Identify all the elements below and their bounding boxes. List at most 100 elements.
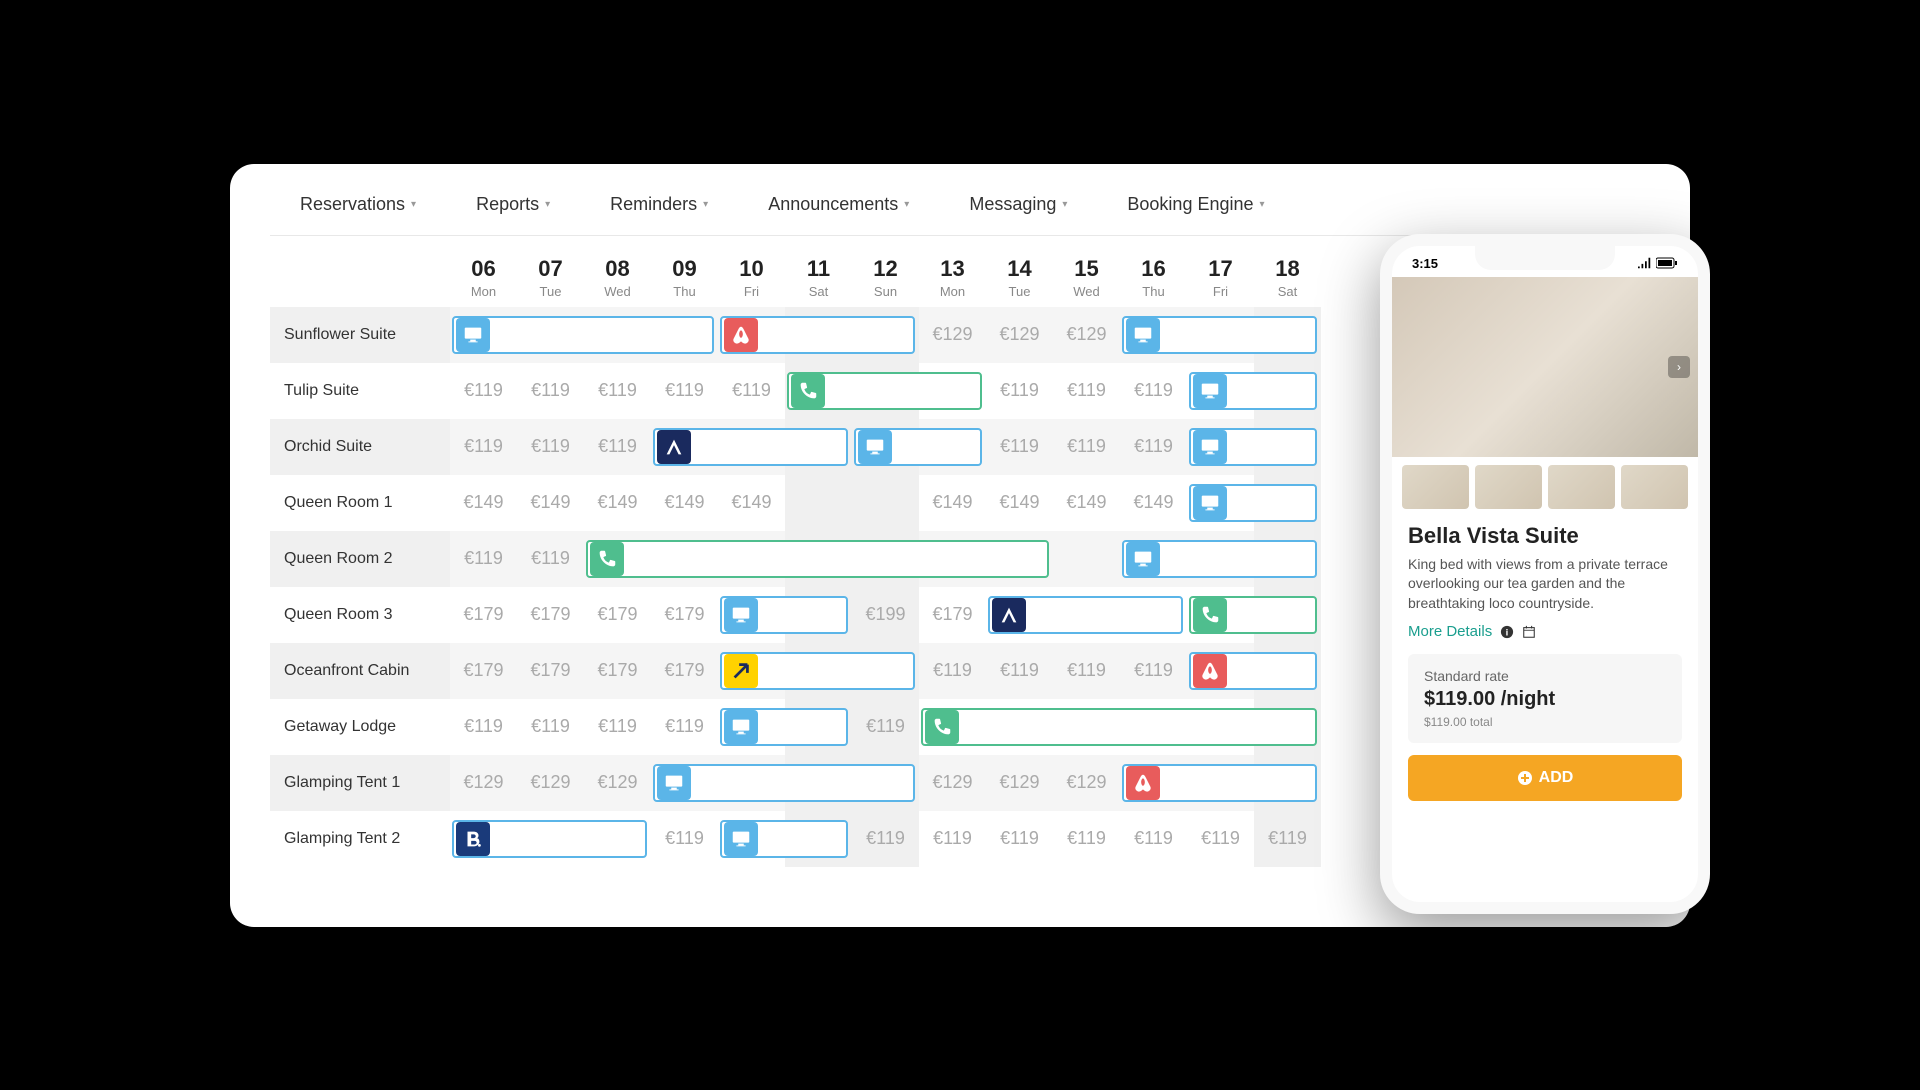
calendar-cell[interactable]: €119 (584, 699, 651, 755)
calendar-cell[interactable] (651, 419, 718, 475)
calendar-cell[interactable]: €119 (1120, 811, 1187, 867)
calendar-cell[interactable]: €119 (986, 643, 1053, 699)
room-label[interactable]: Glamping Tent 2 (270, 811, 450, 867)
booking-bar[interactable] (921, 708, 1317, 746)
nav-item-messaging[interactable]: Messaging▾ (969, 194, 1067, 215)
calendar-cell[interactable] (450, 811, 517, 867)
calendar-cell[interactable] (919, 699, 986, 755)
room-label[interactable]: Tulip Suite (270, 363, 450, 419)
room-label[interactable]: Sunflower Suite (270, 307, 450, 363)
calendar-cell[interactable] (1120, 531, 1187, 587)
booking-bar[interactable] (1189, 484, 1317, 522)
calendar-cell[interactable]: €119 (919, 811, 986, 867)
room-label[interactable]: Queen Room 3 (270, 587, 450, 643)
calendar-cell[interactable] (1187, 587, 1254, 643)
room-label[interactable]: Queen Room 1 (270, 475, 450, 531)
calendar-cell[interactable]: €179 (517, 587, 584, 643)
calendar-cell[interactable]: €119 (1120, 643, 1187, 699)
calendar-cell[interactable]: €179 (450, 587, 517, 643)
date-header[interactable]: 09Thu (651, 248, 718, 307)
calendar-cell[interactable]: €179 (517, 643, 584, 699)
calendar-cell[interactable]: €119 (986, 419, 1053, 475)
add-button[interactable]: ADD (1408, 755, 1682, 801)
calendar-cell[interactable]: €119 (919, 643, 986, 699)
room-label[interactable]: Oceanfront Cabin (270, 643, 450, 699)
calendar-cell[interactable]: €179 (584, 643, 651, 699)
calendar-cell[interactable]: €119 (584, 419, 651, 475)
booking-bar[interactable] (586, 540, 1049, 578)
calendar-cell[interactable]: €149 (718, 475, 785, 531)
calendar-cell[interactable]: €119 (584, 363, 651, 419)
calendar-cell[interactable]: €179 (651, 643, 718, 699)
calendar-cell[interactable] (651, 755, 718, 811)
room-label[interactable]: Orchid Suite (270, 419, 450, 475)
calendar-cell[interactable] (852, 475, 919, 531)
calendar-cell[interactable]: €129 (919, 755, 986, 811)
calendar-cell[interactable] (1187, 419, 1254, 475)
calendar-cell[interactable] (450, 307, 517, 363)
room-label[interactable]: Queen Room 2 (270, 531, 450, 587)
date-header[interactable]: 16Thu (1120, 248, 1187, 307)
calendar-cell[interactable]: €119 (517, 699, 584, 755)
thumbnail[interactable] (1621, 465, 1688, 509)
booking-bar[interactable] (653, 428, 848, 466)
date-header[interactable]: 14Tue (986, 248, 1053, 307)
thumbnail[interactable] (1548, 465, 1615, 509)
calendar-cell[interactable]: €149 (651, 475, 718, 531)
date-header[interactable]: 18Sat (1254, 248, 1321, 307)
room-label[interactable]: Glamping Tent 1 (270, 755, 450, 811)
booking-bar[interactable] (1122, 764, 1317, 802)
calendar-cell[interactable]: €179 (651, 587, 718, 643)
calendar-cell[interactable]: €119 (450, 699, 517, 755)
date-header[interactable]: 15Wed (1053, 248, 1120, 307)
calendar-cell[interactable]: €119 (852, 811, 919, 867)
calendar-cell[interactable]: €119 (651, 699, 718, 755)
booking-bar[interactable] (653, 764, 915, 802)
calendar-cell[interactable]: €119 (986, 811, 1053, 867)
calendar-cell[interactable] (718, 643, 785, 699)
calendar-cell[interactable]: €119 (1120, 363, 1187, 419)
thumbnail[interactable] (1402, 465, 1469, 509)
hero-next-icon[interactable]: › (1668, 356, 1690, 378)
booking-bar[interactable] (1189, 652, 1317, 690)
calendar-cell[interactable] (718, 699, 785, 755)
calendar-cell[interactable]: €119 (517, 531, 584, 587)
nav-item-announcements[interactable]: Announcements▾ (768, 194, 909, 215)
date-header[interactable]: 12Sun (852, 248, 919, 307)
calendar-cell[interactable]: €129 (919, 307, 986, 363)
room-label[interactable]: Getaway Lodge (270, 699, 450, 755)
thumbnail[interactable] (1475, 465, 1542, 509)
nav-item-reports[interactable]: Reports▾ (476, 194, 550, 215)
booking-bar[interactable] (720, 316, 915, 354)
calendar-cell[interactable]: €179 (450, 643, 517, 699)
date-header[interactable]: 11Sat (785, 248, 852, 307)
nav-item-booking-engine[interactable]: Booking Engine▾ (1127, 194, 1264, 215)
booking-bar[interactable] (854, 428, 982, 466)
nav-item-reminders[interactable]: Reminders▾ (610, 194, 708, 215)
calendar-cell[interactable]: €179 (584, 587, 651, 643)
calendar-cell[interactable]: €129 (1053, 755, 1120, 811)
calendar-cell[interactable]: €119 (852, 699, 919, 755)
calendar-cell[interactable]: €179 (919, 587, 986, 643)
date-header[interactable]: 13Mon (919, 248, 986, 307)
date-header[interactable]: 07Tue (517, 248, 584, 307)
calendar-cell[interactable]: €129 (450, 755, 517, 811)
room-hero-image[interactable]: › (1392, 277, 1698, 457)
calendar-cell[interactable]: €149 (1120, 475, 1187, 531)
calendar-cell[interactable] (986, 587, 1053, 643)
calendar-cell[interactable] (718, 587, 785, 643)
booking-bar[interactable] (720, 820, 848, 858)
calendar-cell[interactable] (1053, 531, 1120, 587)
calendar-cell[interactable]: €119 (651, 811, 718, 867)
date-header[interactable]: 10Fri (718, 248, 785, 307)
calendar-cell[interactable]: €119 (1053, 363, 1120, 419)
calendar-cell[interactable] (852, 419, 919, 475)
calendar-cell[interactable]: €129 (517, 755, 584, 811)
booking-bar[interactable] (452, 316, 714, 354)
calendar-cell[interactable]: €149 (1053, 475, 1120, 531)
calendar-cell[interactable]: €149 (986, 475, 1053, 531)
booking-bar[interactable] (1189, 372, 1317, 410)
calendar-cell[interactable]: €199 (852, 587, 919, 643)
calendar-cell[interactable]: €149 (517, 475, 584, 531)
booking-bar[interactable] (452, 820, 647, 858)
